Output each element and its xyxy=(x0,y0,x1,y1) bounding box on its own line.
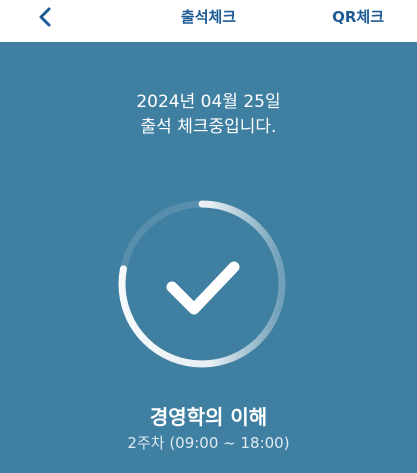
attendance-screen: 출석체크 QR체크 2024년 04월 25일 출석 체크중입니다. 경영학의 … xyxy=(0,0,417,473)
attendance-panel: 2024년 04월 25일 출석 체크중입니다. 경영학의 이해 2주차 (09… xyxy=(0,42,417,473)
attendance-status: 출석 체크중입니다. xyxy=(140,117,277,137)
course-title: 경영학의 이해 xyxy=(149,405,268,429)
attendance-date: 2024년 04월 25일 xyxy=(136,92,281,112)
check-icon xyxy=(166,261,240,315)
chevron-left-icon xyxy=(37,6,53,32)
attendance-progress-ring xyxy=(112,194,292,374)
course-session-time: 2주차 (09:00 ~ 18:00) xyxy=(127,434,290,452)
top-bar: 출석체크 QR체크 xyxy=(0,0,417,42)
back-button[interactable] xyxy=(30,4,60,34)
qr-check-button[interactable]: QR체크 xyxy=(332,6,384,27)
